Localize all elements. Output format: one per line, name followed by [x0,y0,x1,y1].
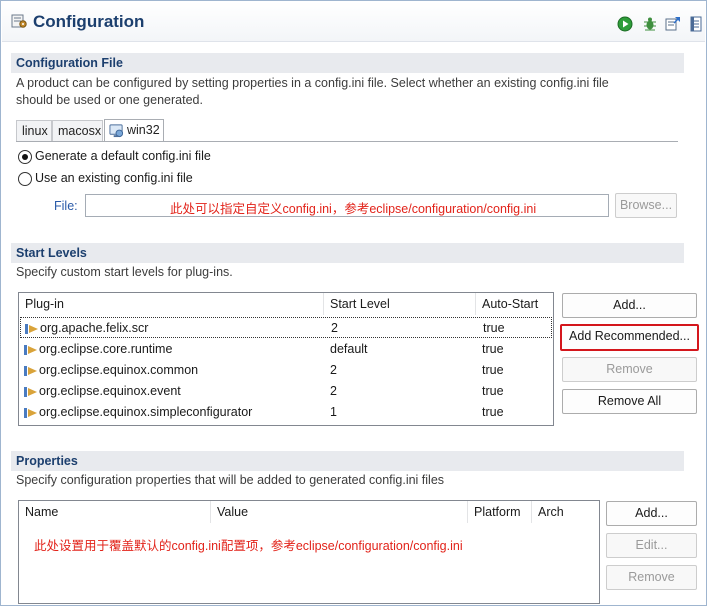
column-header-auto-start[interactable]: Auto-Start [476,293,553,315]
start-levels-header: Start Levels [11,243,684,263]
column-header-start-level[interactable]: Start Level [324,293,476,315]
start-levels-description: Specify custom start levels for plug-ins… [16,265,233,279]
edit-property-button[interactable]: Edit... [606,533,697,558]
debug-icon[interactable] [642,16,658,32]
generate-default-label: Generate a default config.ini file [35,149,211,163]
properties-table: Name Value Platform Arch 此处设置用于覆盖默认的conf… [18,500,600,604]
start-level-value: default [330,342,368,356]
column-header-name[interactable]: Name [19,501,211,523]
start-level-value: 2 [331,321,338,335]
plugin-name: org.eclipse.equinox.simpleconfigurator [39,405,253,419]
section-title: Start Levels [16,246,87,260]
file-label: File: [54,199,78,213]
remove-plugin-button[interactable]: Remove [562,357,697,382]
configuration-editor: Configuration Configuration File A produ… [0,0,707,606]
tab-macosx[interactable]: macosx [52,120,103,141]
use-existing-label: Use an existing config.ini file [35,171,193,185]
file-path-field[interactable]: 此处可以指定自定义config.ini，参考eclipse/configurat… [85,194,609,217]
start-level-value: 1 [330,405,337,419]
run-icon[interactable] [617,16,633,32]
tab-win32-label: win32 [127,123,160,137]
use-existing-radio[interactable] [18,172,32,186]
auto-start-value: true [482,363,504,377]
auto-start-value: true [482,405,504,419]
plugin-icon [24,408,37,418]
tab-divider [16,141,678,142]
configuration-icon [11,14,27,28]
remove-all-button[interactable]: Remove All [562,389,697,414]
configuration-file-header: Configuration File [11,53,684,73]
plugin-icon [24,345,37,355]
table-row[interactable]: org.eclipse.equinox.event 2 true [20,381,552,402]
plugin-name: org.eclipse.equinox.common [39,363,199,377]
browse-button[interactable]: Browse... [615,193,677,218]
start-level-value: 2 [330,384,337,398]
section-title: Properties [16,454,78,468]
plugin-icon [24,387,37,397]
configuration-file-description-2: should be used or one generated. [16,93,203,107]
column-header-platform[interactable]: Platform [468,501,532,523]
plugin-name: org.apache.felix.scr [40,321,149,335]
properties-header: Properties [11,451,684,471]
configuration-file-description: A product can be configured by setting p… [16,76,609,90]
plugin-name: org.eclipse.equinox.event [39,384,181,398]
properties-description: Specify configuration properties that wi… [16,473,445,487]
start-levels-table: Plug-in Start Level Auto-Start org.apach… [18,292,554,426]
auto-start-value: true [482,342,504,356]
generate-default-radio[interactable] [18,150,32,164]
help-icon[interactable] [688,16,704,32]
section-title: Configuration File [16,56,123,70]
export-icon[interactable] [665,16,681,32]
remove-property-button[interactable]: Remove [606,565,697,590]
add-recommended-button[interactable]: Add Recommended... [560,324,699,351]
plugin-name: org.eclipse.core.runtime [39,342,173,356]
add-plugin-button[interactable]: Add... [562,293,697,318]
auto-start-value: true [482,384,504,398]
windows-platform-icon [109,124,124,138]
column-header-plugin[interactable]: Plug-in [19,293,324,315]
auto-start-value: true [483,321,505,335]
add-property-button[interactable]: Add... [606,501,697,526]
table-row[interactable]: org.eclipse.equinox.common 2 true [20,360,552,381]
table-row[interactable]: org.apache.felix.scr 2 true [20,317,552,338]
column-header-value[interactable]: Value [211,501,468,523]
column-header-arch[interactable]: Arch [532,501,599,523]
properties-annotation: 此处设置用于覆盖默认的config.ini配置项，参考eclipse/confi… [34,539,463,553]
editor-header: Configuration [2,2,705,42]
tab-win32[interactable]: win32 [104,119,164,142]
page-title: Configuration [33,12,145,31]
plugin-icon [25,324,38,334]
table-row[interactable]: org.eclipse.equinox.simpleconfigurator 1… [20,402,552,423]
table-row[interactable]: org.eclipse.core.runtime default true [20,339,552,360]
tab-linux[interactable]: linux [16,120,52,141]
plugin-icon [24,366,37,376]
start-level-value: 2 [330,363,337,377]
